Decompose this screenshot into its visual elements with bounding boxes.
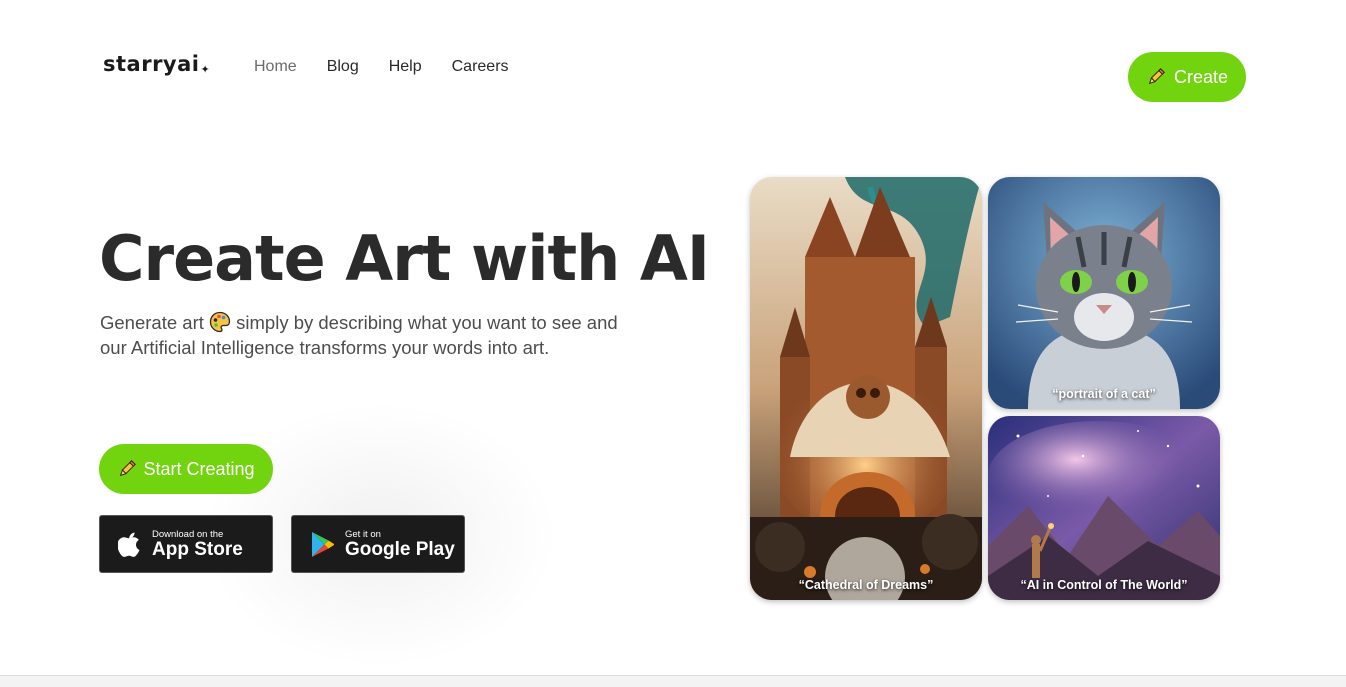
nav-link-careers[interactable]: Careers: [452, 58, 509, 76]
start-creating-button[interactable]: Start Creating: [99, 444, 273, 494]
cathedral-artwork: [750, 177, 982, 600]
top-nav: starryai✦ Home Blog Help Careers Create: [0, 0, 1346, 130]
space-artwork: [988, 416, 1220, 600]
cat-artwork: [988, 177, 1220, 409]
pencil-icon: [120, 460, 137, 477]
caption-cathedral: “Cathedral of Dreams”: [798, 578, 934, 592]
bottom-scroll-edge: [0, 675, 1346, 687]
google-play-small: Get it on: [345, 528, 381, 540]
pencil-icon: [1148, 68, 1165, 85]
app-store-text: Download on the App Store: [152, 529, 243, 560]
create-button[interactable]: Create: [1128, 52, 1246, 102]
start-creating-label: Start Creating: [143, 458, 255, 479]
google-play-text: Get it on Google Play: [345, 529, 455, 560]
caption-space: “AI in Control of The World”: [1020, 578, 1188, 592]
apple-icon: [118, 532, 140, 557]
google-play-big: Google Play: [345, 538, 455, 560]
app-store-button[interactable]: Download on the App Store: [99, 515, 273, 573]
gallery-tile-cathedral: “Cathedral of Dreams”: [750, 177, 982, 600]
nav-link-home[interactable]: Home: [254, 58, 297, 76]
nav-links: Home Blog Help Careers: [254, 58, 539, 76]
logo[interactable]: starryai✦: [103, 52, 210, 76]
nav-link-help[interactable]: Help: [389, 58, 422, 76]
google-play-icon: [312, 531, 334, 557]
gallery-tile-cat: “portrait of a cat”: [988, 177, 1220, 409]
caption-cat: “portrait of a cat”: [1052, 387, 1156, 401]
logo-text: starryai: [103, 52, 200, 76]
app-store-big: App Store: [152, 538, 243, 560]
nav-link-blog[interactable]: Blog: [327, 58, 359, 76]
sparkle-icon: ✦: [200, 63, 211, 76]
hero-title: Create Art with AI: [99, 222, 710, 295]
create-button-label: Create: [1173, 66, 1229, 87]
hero-subtitle-part1: Generate art: [100, 312, 204, 333]
hero-subtitle: Generate art simply by describing what y…: [100, 310, 640, 360]
app-store-small: Download on the: [152, 528, 224, 540]
palette-emoji-icon: [209, 311, 231, 333]
gallery-tile-space: “AI in Control of The World”: [988, 416, 1220, 600]
google-play-button[interactable]: Get it on Google Play: [291, 515, 465, 573]
